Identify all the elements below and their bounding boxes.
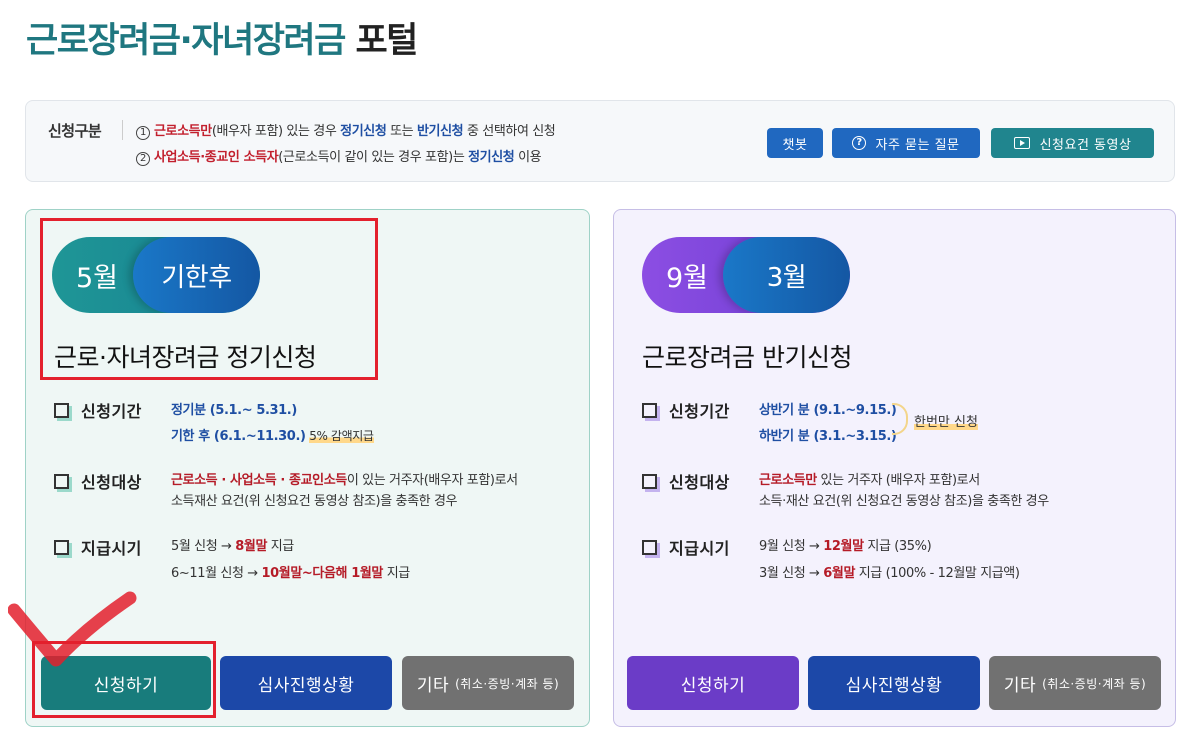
checkbox-square-icon	[54, 403, 69, 418]
checkbox-square-icon	[642, 403, 657, 418]
info-line-2: 2 사업소득·종교인 소득자(근로소득이 같이 있는 경우 포함)는 정기신청 이…	[136, 146, 542, 166]
checkbox-square-icon	[642, 540, 657, 555]
bracket-decoration	[892, 403, 908, 435]
half-year-application-card: 9월 3월 근로장려금 반기신청 신청기간 상반기 분 (9.1.~9.15.)…	[613, 209, 1176, 727]
info-label: 신청구분	[48, 122, 102, 140]
period-label: 신청기간	[54, 398, 142, 422]
card-title: 근로장려금 반기신청	[642, 343, 852, 372]
info-line-1: 1 근로소득만(배우자 포함) 있는 경우 정기신청 또는 반기신청 중 선택하여…	[136, 120, 556, 140]
once-note: 한번만 신청	[914, 415, 978, 430]
requirements-video-button[interactable]: 신청요건 동영상	[991, 128, 1154, 158]
period-label: 신청기간	[642, 398, 730, 422]
checkbox-square-icon	[54, 474, 69, 489]
application-type-panel: 신청구분 1 근로소득만(배우자 포함) 있는 경우 정기신청 또는 반기신청 중…	[25, 100, 1175, 182]
divider	[122, 120, 123, 140]
faq-button[interactable]: ? 자주 묻는 질문	[832, 128, 980, 158]
checkmark-icon	[8, 591, 137, 667]
question-icon: ?	[852, 136, 867, 150]
review-status-button[interactable]: 심사진행상황	[808, 656, 980, 710]
other-button[interactable]: 기타 (취소·증빙·계좌 등)	[989, 656, 1161, 710]
payment-label: 지급시기	[54, 535, 142, 559]
period-pill: 9월 3월	[642, 237, 850, 313]
apply-button[interactable]: 신청하기	[627, 656, 799, 710]
circled-number: 1	[136, 126, 150, 140]
payment-label: 지급시기	[642, 535, 730, 559]
video-play-icon	[1013, 137, 1030, 149]
checkbox-square-icon	[54, 540, 69, 555]
highlight-box	[40, 218, 378, 380]
target-label: 신청대상	[642, 469, 730, 493]
circled-number: 2	[136, 152, 150, 166]
target-label: 신청대상	[54, 469, 142, 493]
other-button[interactable]: 기타 (취소·증빙·계좌 등)	[402, 656, 574, 710]
checkbox-square-icon	[642, 474, 657, 489]
review-status-button[interactable]: 심사진행상황	[220, 656, 392, 710]
chatbot-button[interactable]: 챗봇	[767, 128, 823, 158]
page-title: 근로장려금·자녀장려금 포털	[26, 21, 418, 61]
